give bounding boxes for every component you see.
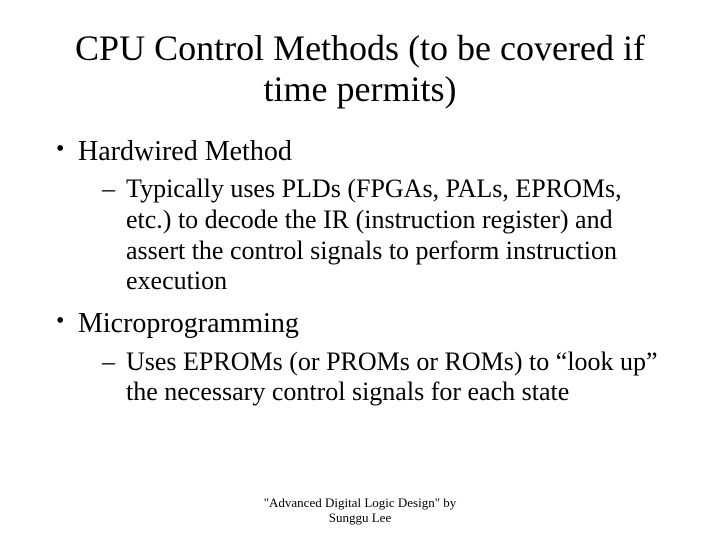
sub-text: Uses EPROMs (or PROMs or ROMs) to “look … [126,347,658,407]
sub-text: Typically uses PLDs (FPGAs, PALs, EPROMs… [126,174,622,295]
bullet-item: Microprogramming Uses EPROMs (or PROMs o… [48,307,672,408]
bullet-list: Hardwired Method Typically uses PLDs (FP… [48,135,672,408]
slide-title: CPU Control Methods (to be covered if ti… [48,28,672,111]
sub-list: Uses EPROMs (or PROMs or ROMs) to “look … [78,347,672,408]
bullet-text: Hardwired Method [78,136,292,167]
sub-list: Typically uses PLDs (FPGAs, PALs, EPROMs… [78,174,672,297]
slide: CPU Control Methods (to be covered if ti… [0,0,720,540]
footer-line: Sunggu Lee [0,510,720,526]
bullet-text: Microprogramming [78,308,299,339]
bullet-item: Hardwired Method Typically uses PLDs (FP… [48,135,672,297]
footer-line: "Advanced Digital Logic Design" by [0,495,720,511]
sub-item: Uses EPROMs (or PROMs or ROMs) to “look … [78,347,672,408]
sub-item: Typically uses PLDs (FPGAs, PALs, EPROMs… [78,174,672,297]
footer: "Advanced Digital Logic Design" by Sungg… [0,495,720,526]
